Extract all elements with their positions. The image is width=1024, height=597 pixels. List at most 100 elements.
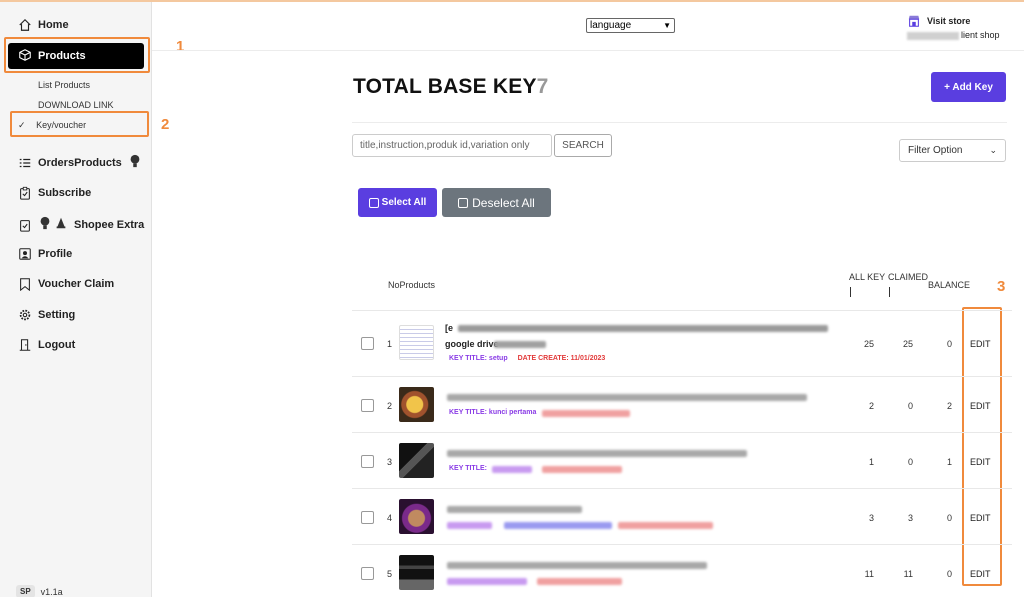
deselect-all-label: Deselect All bbox=[472, 195, 535, 210]
claimed-value: 11 bbox=[903, 569, 913, 579]
blurred-product-title bbox=[447, 394, 807, 401]
content-divider bbox=[352, 122, 1007, 123]
page-title-text: TOTAL BASE KEY bbox=[353, 75, 537, 98]
sidebar-item-logout[interactable]: Logout bbox=[18, 338, 75, 352]
all-key-value: 25 bbox=[863, 339, 874, 349]
sidebar: Home Products List Products DOWNLOAD LIN… bbox=[0, 2, 152, 597]
annotation-box-2 bbox=[10, 111, 149, 137]
sidebar-item-shopee-extra[interactable]: Shopee Extra bbox=[18, 216, 144, 233]
edit-button[interactable]: EDIT bbox=[970, 513, 991, 523]
sidebar-item-label: Profile bbox=[38, 248, 73, 260]
sidebar-item-voucher-claim[interactable]: Voucher Claim bbox=[18, 277, 114, 291]
annotation-number-1: 1 bbox=[176, 38, 185, 55]
language-select-value: language bbox=[590, 20, 632, 31]
blurred-date bbox=[618, 522, 713, 529]
edit-button[interactable]: EDIT bbox=[970, 457, 991, 467]
all-key-value: 2 bbox=[868, 401, 874, 411]
blurred-date bbox=[542, 410, 630, 417]
sidebar-subitem-download-link[interactable]: DOWNLOAD LINK bbox=[38, 100, 114, 110]
search-input[interactable]: title,instruction,produk id,variation on… bbox=[352, 134, 552, 157]
product-thumbnail bbox=[399, 499, 434, 534]
filter-option-select[interactable]: Filter Option ⌄ bbox=[899, 139, 1006, 162]
clipboard-check-icon bbox=[18, 218, 32, 232]
sidebar-item-profile[interactable]: Profile bbox=[18, 247, 72, 261]
annotation-box-1 bbox=[4, 37, 150, 73]
sidebar-item-label: Subscribe bbox=[38, 187, 92, 199]
chevron-down-icon: ▼ bbox=[663, 21, 671, 30]
sidebar-item-setting[interactable]: Setting bbox=[18, 308, 75, 322]
sidebar-subitem-list-products[interactable]: List Products bbox=[38, 80, 90, 90]
product-thumbnail bbox=[399, 555, 434, 590]
balance-value: 2 bbox=[946, 401, 952, 411]
table-row: 1 [e google drive KEY TITLE: setup DATE C… bbox=[352, 310, 1012, 367]
blurred-date bbox=[542, 466, 622, 473]
trophy-icon bbox=[38, 216, 52, 233]
table-row: 4 3 3 0 EDIT bbox=[352, 488, 1012, 545]
row-checkbox[interactable] bbox=[361, 511, 374, 524]
door-icon bbox=[18, 338, 32, 352]
search-button[interactable]: SEARCH bbox=[554, 134, 612, 157]
product-thumbnail bbox=[399, 387, 434, 422]
bookmark-icon bbox=[18, 277, 32, 291]
sidebar-item-label: Voucher Claim bbox=[38, 278, 115, 290]
row-number: 4 bbox=[387, 513, 393, 523]
top-accent-line bbox=[0, 0, 1024, 2]
chevron-down-icon: ⌄ bbox=[989, 145, 997, 155]
page-title-count: 7 bbox=[536, 75, 549, 98]
row-checkbox[interactable] bbox=[361, 337, 374, 350]
date-create: DATE CREATE: 11/01/2023 bbox=[517, 355, 606, 362]
product-thumbnail bbox=[399, 325, 434, 360]
table-row: 5 11 11 0 EDIT bbox=[352, 544, 1012, 597]
blurred-product-title bbox=[447, 562, 707, 569]
sidebar-item-label: Shopee Extra bbox=[74, 218, 145, 231]
select-all-label: Select All bbox=[381, 197, 427, 208]
shop-name-suffix: lient shop bbox=[961, 30, 1000, 40]
blurred-date bbox=[537, 578, 622, 585]
edit-button[interactable]: EDIT bbox=[970, 339, 991, 349]
key-title: KEY TITLE: setup bbox=[449, 355, 508, 362]
blurred-product-title bbox=[494, 341, 546, 348]
add-key-button[interactable]: + Add Key bbox=[931, 72, 1006, 102]
edit-button[interactable]: EDIT bbox=[970, 401, 991, 411]
product-title-line2: google drive bbox=[445, 339, 499, 349]
checkbox-empty-icon bbox=[458, 197, 469, 208]
blurred-product-title bbox=[458, 325, 828, 332]
row-number: 2 bbox=[387, 401, 393, 411]
key-meta: KEY TITLE: kunci pertama bbox=[449, 409, 536, 416]
balance-value: 0 bbox=[946, 513, 952, 523]
blurred-shop-prefix bbox=[907, 31, 959, 40]
all-key-value: 3 bbox=[868, 513, 874, 523]
blurred-key-title bbox=[447, 578, 527, 585]
column-header-claimed: CLAIMED bbox=[888, 272, 929, 282]
claimed-value: 25 bbox=[902, 339, 913, 349]
balance-value: 0 bbox=[946, 339, 952, 349]
row-checkbox[interactable] bbox=[361, 399, 374, 412]
annotation-number-2: 2 bbox=[161, 116, 170, 133]
product-thumbnail bbox=[399, 443, 434, 478]
sidebar-item-subscribe[interactable]: Subscribe bbox=[18, 186, 91, 200]
sidebar-item-label: OrdersProducts bbox=[38, 156, 122, 169]
sidebar-item-label: Setting bbox=[38, 309, 76, 321]
column-header-no-products: NoProducts bbox=[388, 280, 436, 290]
page-title: TOTAL BASE KEY7 bbox=[353, 75, 549, 99]
key-meta: KEY TITLE: setup DATE CREATE: 11/01/2023 bbox=[449, 355, 605, 362]
row-checkbox[interactable] bbox=[361, 455, 374, 468]
list-icon bbox=[18, 156, 32, 170]
select-all-button[interactable]: Select All bbox=[358, 188, 437, 217]
row-number: 3 bbox=[387, 457, 393, 467]
sidebar-item-label: Logout bbox=[38, 339, 76, 351]
sidebar-item-home[interactable]: Home bbox=[18, 18, 69, 32]
claimed-value: 0 bbox=[907, 401, 913, 411]
language-select[interactable]: language ▼ bbox=[586, 18, 675, 33]
row-number: 5 bbox=[387, 569, 393, 579]
header-divider bbox=[152, 50, 1024, 51]
gear-icon bbox=[18, 308, 32, 322]
blurred-key-title bbox=[504, 522, 612, 529]
product-title: [e bbox=[445, 323, 454, 333]
row-checkbox[interactable] bbox=[361, 567, 374, 580]
deselect-all-button[interactable]: Deselect All bbox=[442, 188, 551, 217]
edit-button[interactable]: EDIT bbox=[970, 569, 991, 579]
table-row: 3 KEY TITLE: 1 0 1 EDIT bbox=[352, 432, 1012, 489]
blurred-product-title bbox=[447, 506, 582, 513]
sidebar-item-orders[interactable]: OrdersProducts bbox=[18, 154, 142, 171]
